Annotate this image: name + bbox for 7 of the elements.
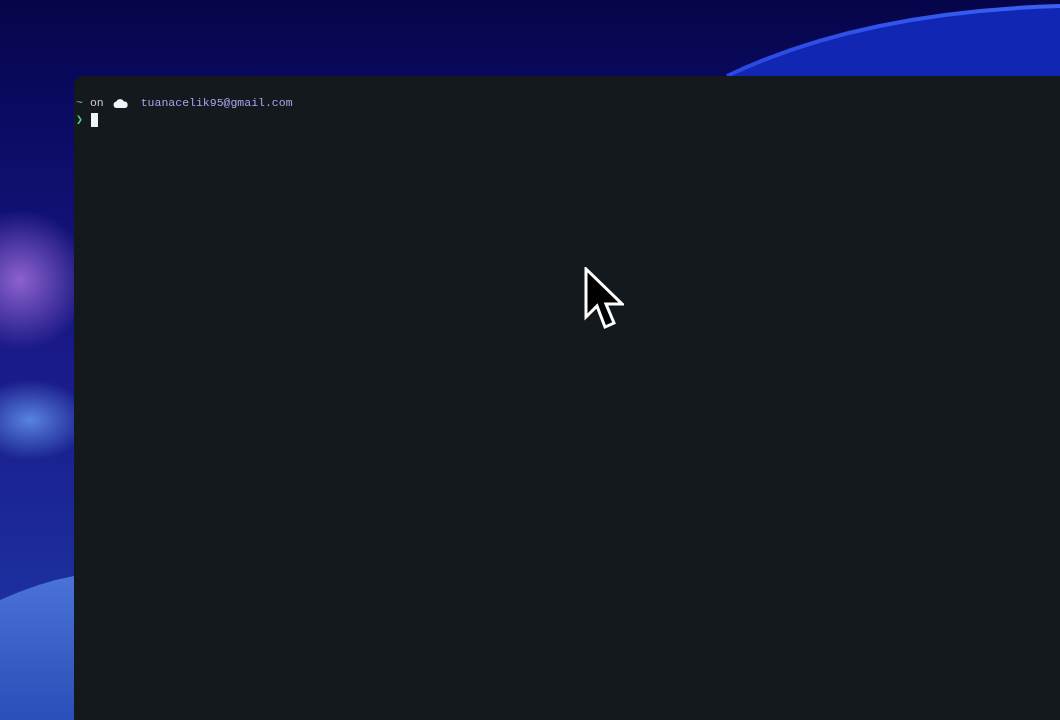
account-email: tuanacelik95@gmail.com (140, 95, 293, 111)
prompt-symbol: ❯ (76, 112, 83, 128)
mouse-pointer-icon (584, 267, 624, 330)
prompt-text: on (89, 95, 104, 111)
cloud-icon (112, 97, 128, 108)
text-cursor (90, 112, 98, 127)
prompt-directory: ~ (76, 95, 83, 111)
